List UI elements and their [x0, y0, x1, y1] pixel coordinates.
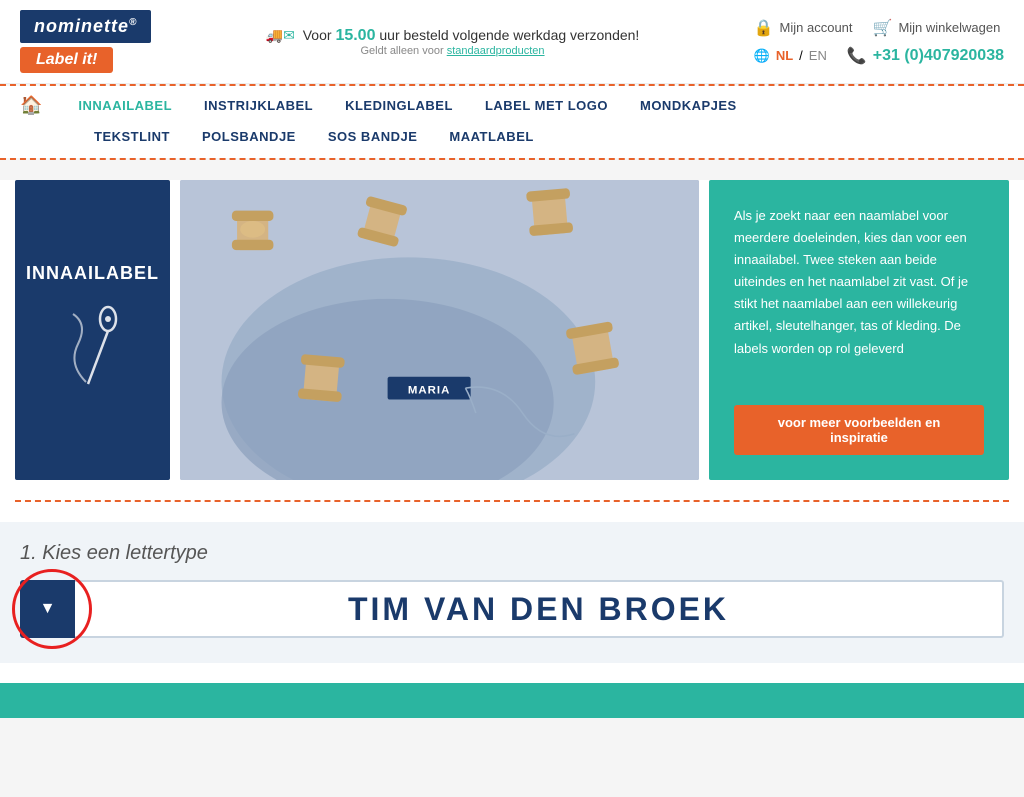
nav-separator — [0, 158, 1024, 160]
nav-maatlabel[interactable]: MAATLABEL — [433, 125, 549, 148]
standard-products-link[interactable]: standaardproducten — [447, 45, 545, 57]
brand-logo: nominette® — [20, 10, 151, 43]
site-header: nominette® Label it! 🚚✉ Voor 15.00 uur b… — [0, 0, 1024, 84]
needle-decoration — [58, 304, 128, 397]
phone-icon: 📞 — [847, 46, 867, 66]
cart-label: Mijn winkelwagen — [898, 20, 1000, 35]
shipping-suffix: uur besteld volgende werkdag verzonden! — [379, 27, 639, 43]
shipping-time: 15.00 — [335, 27, 375, 44]
font-preview: Tim van den Broek — [75, 580, 1004, 638]
font-dropdown-button[interactable]: ▼ — [20, 580, 75, 638]
shipping-info: 🚚✉ Voor 15.00 uur besteld volgende werkd… — [151, 27, 753, 57]
header-icons: 🔒 Mijn account 🛒 Mijn winkelwagen 🌐 NL /… — [754, 18, 1004, 66]
font-section-title: 1. Kies een lettertype — [20, 542, 1004, 565]
shipping-subtext: Geldt alleen voor standaardproducten — [171, 45, 733, 57]
lang-en[interactable]: EN — [809, 48, 827, 63]
hero-separator — [15, 500, 1009, 502]
font-selector-wrapper: ▼ Tim van den Broek — [20, 580, 1004, 638]
bottom-icons-row: 🌐 NL / EN 📞 +31 (0)407920038 — [754, 46, 1004, 66]
tagline: Label it! — [20, 47, 113, 73]
cart-icon: 🛒 — [873, 18, 893, 38]
cart-link[interactable]: 🛒 Mijn winkelwagen — [873, 18, 1001, 38]
phone-number: 📞 +31 (0)407920038 — [847, 46, 1004, 66]
account-link[interactable]: 🔒 Mijn account — [754, 18, 853, 38]
font-section: 1. Kies een lettertype ▼ Tim van den Bro… — [0, 522, 1024, 663]
home-icon[interactable]: 🏠 — [20, 95, 42, 116]
nav-instrijklabel[interactable]: INSTRIJKLABEL — [188, 94, 329, 117]
lang-nl[interactable]: NL — [776, 48, 793, 63]
shipping-line: 🚚✉ Voor 15.00 uur besteld volgende werkd… — [171, 27, 733, 45]
main-nav: 🏠 INNAAILABEL INSTRIJKLABEL KLEDINGLABEL… — [0, 86, 1024, 125]
hero-section: INNAAILABEL — [15, 180, 1009, 480]
nav-innaailabel[interactable]: INNAAILABEL — [62, 94, 188, 117]
nav-items-row2: TEKSTLINT POLSBANDJE SOS BANDJE MAATLABE… — [78, 125, 550, 148]
nav-kledinglabel[interactable]: KLEDINGLABEL — [329, 94, 469, 117]
nav-items: INNAAILABEL INSTRIJKLABEL KLEDINGLABEL L… — [62, 94, 752, 117]
nav-tekstlint[interactable]: TEKSTLINT — [78, 125, 186, 148]
nav-polsbandje[interactable]: POLSBANDJE — [186, 125, 312, 148]
logo-area: nominette® Label it! — [20, 10, 151, 73]
phone-text: +31 (0)407920038 — [873, 47, 1004, 65]
nav-mondkapjes[interactable]: MONDKAPJES — [624, 94, 753, 117]
hero-description: Als je zoekt naar een naamlabel voor mee… — [734, 205, 984, 360]
nav-label-met-logo[interactable]: LABEL MET LOGO — [469, 94, 624, 117]
hero-blue-title: INNAAILABEL — [26, 263, 159, 284]
svg-text:MARIA: MARIA — [408, 384, 451, 396]
hero-image-placeholder: MARIA — [180, 180, 699, 480]
bottom-teal-bar — [0, 683, 1024, 718]
account-label: Mijn account — [780, 20, 853, 35]
top-icons-row: 🔒 Mijn account 🛒 Mijn winkelwagen — [754, 18, 1004, 38]
main-content: INNAAILABEL — [0, 180, 1024, 718]
hero-blue-panel: INNAAILABEL — [15, 180, 170, 480]
hero-text-panel: Als je zoekt naar een naamlabel voor mee… — [709, 180, 1009, 480]
brand-name: nominette — [34, 16, 129, 36]
language-switcher: 🌐 NL / EN — [754, 48, 827, 64]
main-nav-row2: TEKSTLINT POLSBANDJE SOS BANDJE MAATLABE… — [0, 125, 1024, 158]
shipping-prefix: Voor — [303, 27, 336, 43]
globe-icon: 🌐 — [754, 48, 770, 64]
lock-icon: 🔒 — [754, 18, 774, 38]
dropdown-arrow: ▼ — [40, 600, 56, 617]
hero-image: MARIA — [180, 180, 699, 480]
nav-sos-bandje[interactable]: SOS BANDJE — [312, 125, 434, 148]
examples-button[interactable]: voor meer voorbeelden en inspiratie — [734, 405, 984, 455]
shipping-icon: 🚚✉ — [266, 27, 295, 43]
lang-sep: / — [799, 48, 803, 63]
font-preview-text: Tim van den Broek — [348, 591, 729, 628]
